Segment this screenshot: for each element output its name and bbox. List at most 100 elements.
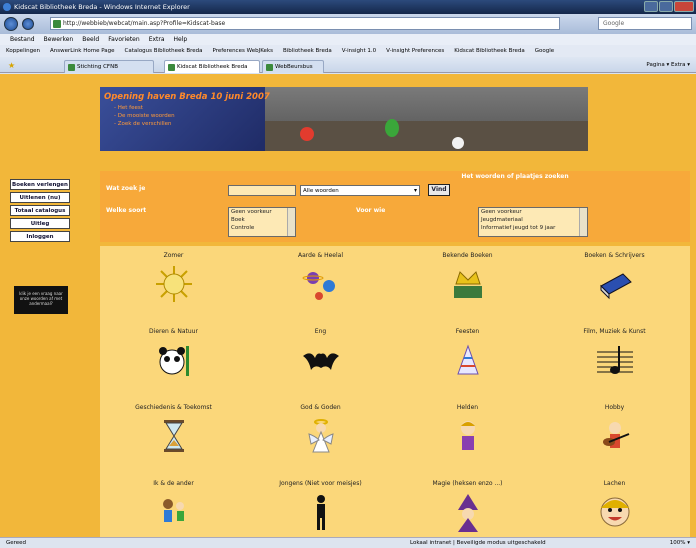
tab-kidscat[interactable]: Kidscat Bibliotheek Breda: [164, 60, 260, 73]
search-scope-select[interactable]: Alle woorden: [300, 185, 420, 196]
category-lachen[interactable]: Lachen: [541, 474, 688, 537]
close-button[interactable]: [674, 1, 694, 12]
sidebar: Boeken verlengen Uitlenen (nu) Totaal ca…: [10, 179, 70, 244]
boeken-verlengen-button[interactable]: Boeken verlengen: [10, 179, 70, 190]
totaal-catalogus-button[interactable]: Totaal catalogus: [10, 205, 70, 216]
category-film-muziek-kunst[interactable]: Film, Muziek & Kunst: [541, 322, 688, 398]
category-bekende-boeken[interactable]: Bekende Boeken: [394, 246, 541, 322]
uitlenen-button[interactable]: Uitlenen (nu): [10, 192, 70, 203]
banner: Opening haven Breda 10 juni 2007 - Het f…: [100, 87, 588, 151]
category-boeken-schrijvers[interactable]: Boeken & Schrijvers: [541, 246, 688, 322]
link-item[interactable]: Kidscat Bibliotheek Breda: [454, 45, 525, 57]
back-button[interactable]: [4, 17, 18, 31]
category-helden[interactable]: Helden: [394, 398, 541, 474]
list-item[interactable]: Boek: [231, 216, 295, 224]
inloggen-button[interactable]: Inloggen: [10, 231, 70, 242]
crown-book-icon: [453, 271, 482, 298]
list-scrollbar[interactable]: [287, 208, 295, 236]
menu-favorieten[interactable]: Favorieten: [108, 34, 139, 45]
category-dieren-natuur[interactable]: Dieren & Natuur: [100, 322, 247, 398]
banner-title[interactable]: Opening haven Breda 10 juni 2007: [104, 92, 270, 102]
tab-icon: [168, 64, 175, 71]
tab-label: WebBeursbus: [275, 64, 313, 70]
minimize-button[interactable]: [644, 1, 658, 12]
category-hobby[interactable]: Hobby: [541, 398, 688, 474]
category-label: Eng: [314, 328, 327, 335]
type-list[interactable]: Geen voorkeur Boek Controle: [228, 207, 296, 237]
category-geschiedenis-toekomst[interactable]: Geschiedenis & Toekomst: [100, 398, 247, 474]
category-label: Hobby: [604, 404, 625, 411]
link-item[interactable]: Catalogus Bibliotheek Breda: [125, 45, 203, 57]
category-label: Helden: [456, 404, 479, 411]
banner-item[interactable]: - Zoek de verschillen: [114, 120, 175, 128]
link-item[interactable]: Google: [535, 45, 554, 57]
search-input[interactable]: [228, 185, 296, 196]
hero-icon: [460, 421, 475, 450]
boy-icon: [316, 495, 325, 530]
page-icon: [53, 20, 61, 28]
tab-label: Kidscat Bibliotheek Breda: [177, 64, 248, 70]
forward-button[interactable]: [22, 18, 34, 30]
category-label: Feesten: [455, 328, 480, 335]
search-scope-value: Alle woorden: [303, 188, 339, 194]
category-aarde-heelal[interactable]: Aarde & Heelal: [247, 246, 394, 322]
planets-icon: [302, 272, 335, 300]
status-bar: Gereed Lokaal intranet | Beveiligde modu…: [0, 537, 696, 548]
music-note-icon: [596, 346, 633, 374]
uitleg-button[interactable]: Uitleg: [10, 218, 70, 229]
category-label: Dieren & Natuur: [149, 328, 198, 335]
menu-bewerken[interactable]: Bewerken: [44, 34, 74, 45]
command-bar[interactable]: Pagina ▾ Extra ▾: [646, 60, 690, 71]
age-list[interactable]: Geen voorkeur Jeugdmateriaal Informatief…: [478, 207, 588, 237]
window-title: Kidscat Bibliotheek Breda - Windows Inte…: [14, 3, 190, 11]
list-item[interactable]: Geen voorkeur: [481, 208, 587, 216]
category-jongens[interactable]: Jongens (Niet voor meisjes): [247, 474, 394, 537]
status-text: Gereed: [6, 540, 27, 546]
list-scrollbar[interactable]: [579, 208, 587, 236]
banner-item[interactable]: - Het feest: [114, 104, 175, 112]
menu-beeld[interactable]: Beeld: [82, 34, 99, 45]
menu-help[interactable]: Help: [174, 34, 188, 45]
list-item[interactable]: Geen voorkeur: [231, 208, 295, 216]
list-item[interactable]: Jeugdmateriaal: [481, 216, 587, 224]
category-label: Film, Muziek & Kunst: [583, 328, 646, 335]
maximize-button[interactable]: [659, 1, 673, 12]
category-zomer[interactable]: Zomer: [100, 246, 247, 322]
zoom-control[interactable]: 100% ▾: [670, 538, 690, 548]
vind-button[interactable]: Vind: [428, 184, 450, 196]
window-controls: [644, 1, 694, 12]
list-item[interactable]: Informatief jeugd tot 9 jaar: [481, 224, 587, 232]
links-label: Koppelingen: [6, 48, 40, 54]
balloon-icon: [300, 127, 314, 141]
category-feesten[interactable]: Feesten: [394, 322, 541, 398]
url-input[interactable]: http://webbieb/webcat/main.asp?Profile=K…: [50, 17, 560, 30]
category-ik-de-ander[interactable]: Ik & de ander: [100, 474, 247, 537]
category-label: God & Goden: [300, 404, 341, 411]
link-item[interactable]: Preferences WebJKeks: [212, 45, 272, 57]
tab-webbeursbus[interactable]: WebBeursbus: [262, 60, 324, 73]
witch-icon: [457, 494, 478, 532]
tab-label: Stichting CFNB: [77, 64, 118, 70]
menu-extra[interactable]: Extra: [149, 34, 165, 45]
sun-icon: [155, 266, 192, 302]
list-item[interactable]: Controle: [231, 224, 295, 232]
link-item[interactable]: V-insight Preferences: [386, 45, 444, 57]
link-item[interactable]: AnswerLink Home Page: [50, 45, 115, 57]
banner-item[interactable]: - De mooiste woorden: [114, 112, 175, 120]
links-bar: Koppelingen AnswerLink Home Page Catalog…: [0, 45, 696, 57]
help-panel[interactable]: klik je een vraag naar onze woorden af m…: [14, 286, 68, 314]
category-eng[interactable]: Eng: [247, 322, 394, 398]
category-label: Aarde & Heelal: [297, 252, 344, 259]
link-item[interactable]: V-insight 1.0: [342, 45, 376, 57]
menu-bestand[interactable]: Bestand: [10, 34, 35, 45]
browser-search-input[interactable]: Google: [598, 17, 692, 30]
favorites-star-icon[interactable]: ★: [8, 61, 15, 70]
category-god-goden[interactable]: God & Goden: [247, 398, 394, 474]
category-label: Ik & de ander: [153, 480, 194, 487]
link-item[interactable]: Bibliotheek Breda: [283, 45, 332, 57]
category-magie[interactable]: Magie (heksen enzo ...): [394, 474, 541, 537]
category-label: Lachen: [603, 480, 626, 487]
menu-bar: Bestand Bewerken Beeld Favorieten Extra …: [0, 34, 696, 45]
panda-icon: [158, 346, 189, 376]
tab-stichting[interactable]: Stichting CFNB: [64, 60, 154, 73]
